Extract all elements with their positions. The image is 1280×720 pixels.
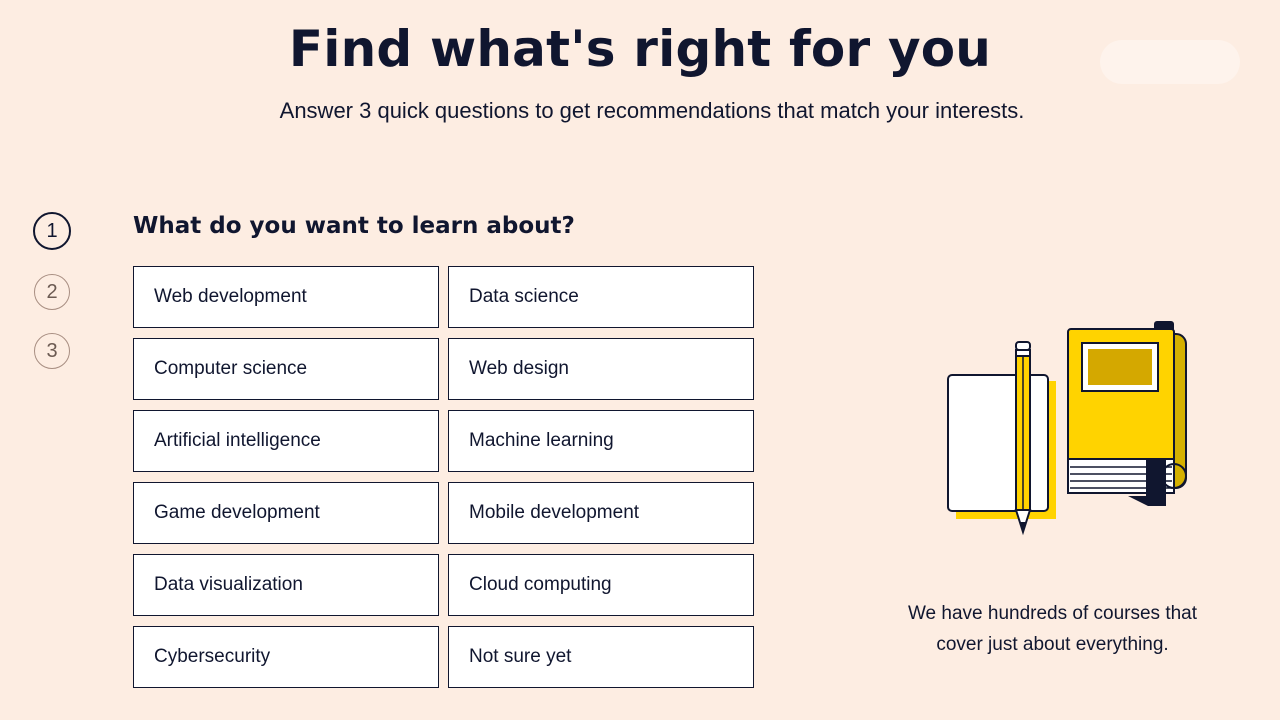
notebook-icon xyxy=(947,374,1049,512)
option-not-sure-yet[interactable]: Not sure yet xyxy=(448,626,754,688)
option-machine-learning[interactable]: Machine learning xyxy=(448,410,754,472)
option-computer-science[interactable]: Computer science xyxy=(133,338,439,400)
step-3-indicator: 3 xyxy=(34,333,70,369)
watermark-logo xyxy=(1100,40,1240,84)
side-text-line-2: cover just about everything. xyxy=(936,634,1169,655)
option-grid: Web development Data science Computer sc… xyxy=(133,266,754,688)
question-heading: What do you want to learn about? xyxy=(133,213,575,239)
page-subtitle: Answer 3 quick questions to get recommen… xyxy=(279,98,1025,123)
option-artificial-intelligence[interactable]: Artificial intelligence xyxy=(133,410,439,472)
side-panel-text: We have hundreds of courses that cover j… xyxy=(880,598,1225,660)
page-title: Find what's right for you xyxy=(288,20,992,78)
option-game-development[interactable]: Game development xyxy=(133,482,439,544)
step-2-indicator: 2 xyxy=(34,274,70,310)
books-pencil-illustration xyxy=(947,321,1187,536)
option-cybersecurity[interactable]: Cybersecurity xyxy=(133,626,439,688)
option-web-design[interactable]: Web design xyxy=(448,338,754,400)
option-mobile-development[interactable]: Mobile development xyxy=(448,482,754,544)
option-data-visualization[interactable]: Data visualization xyxy=(133,554,439,616)
pencil-icon xyxy=(1014,341,1032,536)
book-icon xyxy=(1067,321,1187,506)
option-cloud-computing[interactable]: Cloud computing xyxy=(448,554,754,616)
side-text-line-1: We have hundreds of courses that xyxy=(907,603,1198,624)
option-web-development[interactable]: Web development xyxy=(133,266,439,328)
step-1-indicator: 1 xyxy=(33,212,71,250)
option-data-science[interactable]: Data science xyxy=(448,266,754,328)
